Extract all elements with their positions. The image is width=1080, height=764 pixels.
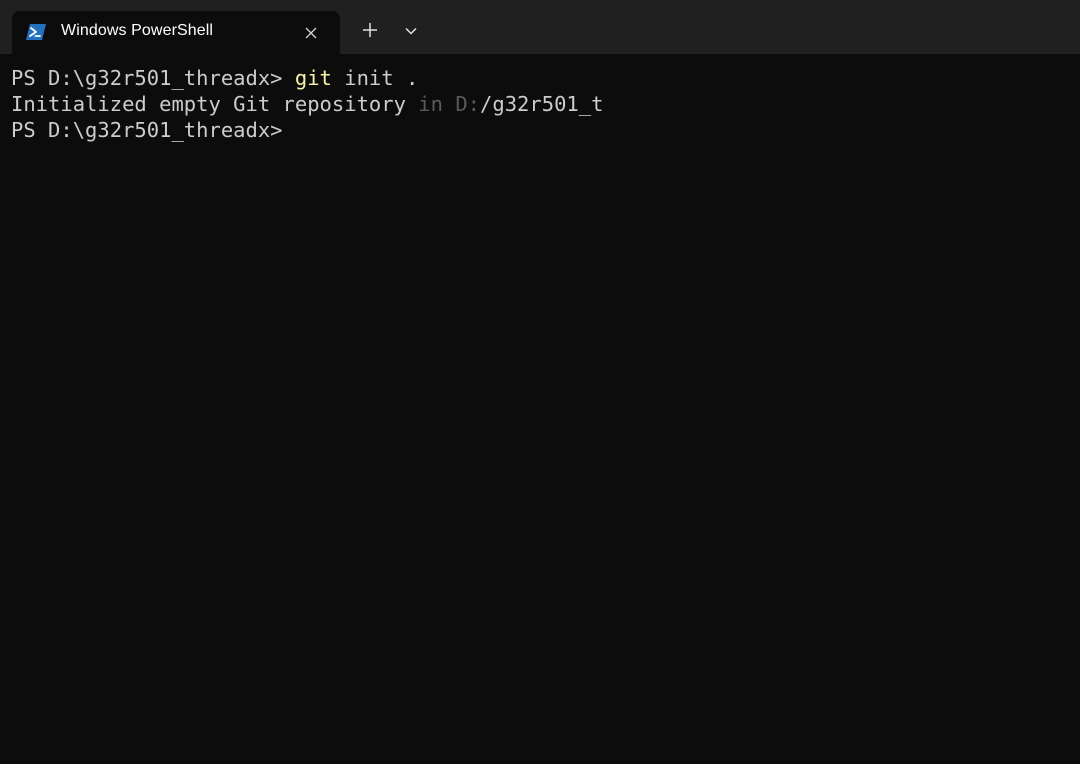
prompt: PS D:\g32r501_threadx>: [11, 66, 295, 90]
tab-dropdown-button[interactable]: [397, 17, 425, 47]
output-text-end: /g32r501_t: [480, 92, 604, 116]
powershell-icon: [26, 23, 46, 41]
terminal-line: PS D:\g32r501_threadx>: [11, 117, 283, 143]
terminal-line: Initialized empty Git repository in D:/g…: [11, 91, 603, 117]
new-tab-button[interactable]: [355, 17, 385, 47]
tab-bar: Windows PowerShell: [0, 0, 1080, 54]
terminal-line: PS D:\g32r501_threadx> git init .: [11, 65, 418, 91]
plus-icon: [362, 22, 378, 43]
chevron-down-icon: [404, 23, 418, 41]
output-text-obscured: in D:: [418, 92, 481, 116]
command: git: [294, 66, 332, 90]
tab-windows-powershell[interactable]: Windows PowerShell: [12, 11, 340, 54]
terminal-output[interactable]: PS D:\g32r501_threadx> git init . Initia…: [0, 54, 1080, 764]
terminal-window: Windows PowerShell PS D:\g32r501_threadx…: [0, 0, 1080, 764]
prompt: PS D:\g32r501_threadx>: [11, 118, 283, 142]
tab-title: Windows PowerShell: [61, 22, 214, 39]
close-icon[interactable]: [299, 21, 323, 45]
output-text: Initialized empty Git repository: [11, 92, 419, 116]
command-args: init .: [331, 66, 419, 90]
